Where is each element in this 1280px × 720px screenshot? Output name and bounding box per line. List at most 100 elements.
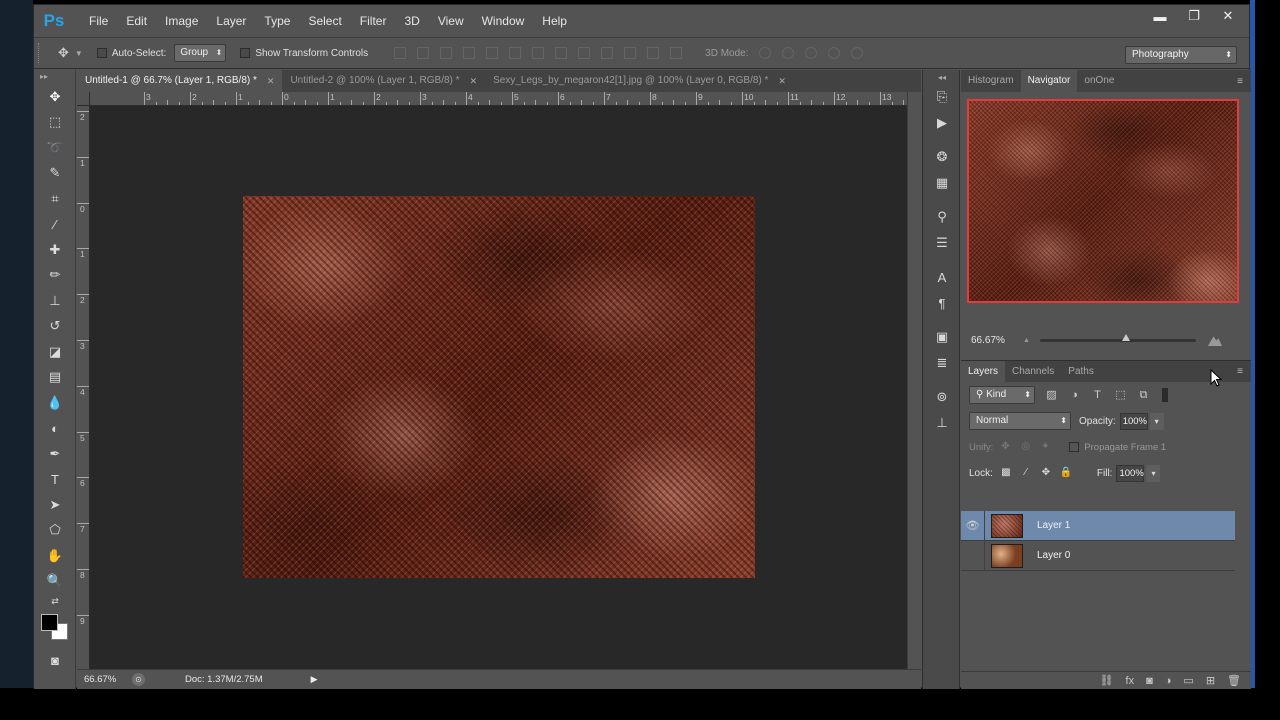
menu-type[interactable]: Type [255,5,299,37]
close-tab-icon[interactable]: ✕ [778,70,786,92]
visibility-eye-icon[interactable]: 👁 [961,540,985,571]
actions-play-icon[interactable]: ▶ [923,110,961,136]
auto-select-dropdown[interactable]: Group [174,44,227,62]
opacity-field[interactable]: 100% [1119,412,1148,430]
eyedropper-tool-icon[interactable]: ⁄ [34,212,76,238]
close-icon[interactable]: ✕ [1211,5,1245,27]
unify-style-icon[interactable]: ✦ [1041,441,1053,453]
tab-untitled-2[interactable]: Untitled-2 @ 100% (Layer 1, RGB/8) * ✕ [282,70,485,92]
kuler-icon[interactable]: ⊚ [923,384,961,410]
swatches-icon[interactable]: ▦ [923,170,961,196]
eraser-tool-icon[interactable]: ◪ [34,339,76,365]
gradient-tool-icon[interactable]: ▤ [34,365,76,391]
tab-layers[interactable]: Layers [961,360,1006,383]
visibility-eye-icon[interactable]: 👁 [961,510,985,541]
tool-preset-arrow-icon[interactable]: ▼ [75,49,83,58]
propagate-frame-checkbox[interactable]: Propagate Frame 1 [1069,442,1166,453]
pixel-filter-icon[interactable]: ▨ [1045,389,1058,402]
type-tool-icon[interactable]: T [34,467,76,493]
3d-scale-icon[interactable] [850,47,863,59]
3d-slide-icon[interactable] [827,47,840,59]
brush-tool-icon[interactable]: ✏ [34,263,76,289]
pasteboard[interactable] [90,106,907,669]
layer-comps-icon[interactable]: ▣ [923,324,961,350]
lock-transparency-icon[interactable]: ▩ [999,466,1013,480]
path-selection-tool-icon[interactable]: ➤ [34,492,76,518]
menu-help[interactable]: Help [533,5,576,37]
layer-style-icon[interactable]: fx [1126,675,1135,687]
blur-tool-icon[interactable]: 💧 [34,390,76,416]
zoom-slider-thumb[interactable] [1121,333,1130,341]
menu-file[interactable]: File [80,5,117,37]
document-canvas[interactable] [243,196,755,578]
tab-untitled-1[interactable]: Untitled-1 @ 66.7% (Layer 1, RGB/8) * ✕ [77,70,283,92]
unify-visibility-icon[interactable]: ◎ [1021,441,1033,453]
align-vcenter-icon[interactable] [417,47,430,59]
distribute-top-icon[interactable] [532,47,545,59]
align-top-icon[interactable] [394,47,407,59]
delete-layer-icon[interactable]: 🗑 [1227,674,1241,687]
menu-3d[interactable]: 3D [395,5,428,37]
new-layer-icon[interactable]: ⊞ [1206,674,1215,687]
crop-tool-icon[interactable]: ⌗ [34,186,76,212]
navigator-preview[interactable] [967,99,1239,303]
lock-pixels-icon[interactable]: ⁄ [1019,466,1033,480]
panel-menu-icon[interactable]: ≡ [1237,76,1243,87]
tab-onone[interactable]: onOne [1077,70,1121,92]
navigator-zoom-value[interactable]: 66.67% [971,335,1021,346]
status-menu-arrow-icon[interactable]: ▶ [311,674,318,685]
menu-layer[interactable]: Layer [207,5,255,37]
align-hcenter-icon[interactable] [486,47,499,59]
horizontal-ruler[interactable]: 32101234567891011121314 [90,92,962,106]
hand-tool-icon[interactable]: ✋ [34,543,76,569]
options-grip[interactable] [38,43,44,63]
fill-dropdown-icon[interactable]: ▾ [1146,464,1161,482]
blend-mode-dropdown[interactable]: Normal [969,412,1071,430]
link-layers-icon[interactable]: ⛓ [1100,674,1114,687]
menu-select[interactable]: Select [299,5,350,37]
status-info-icon[interactable]: ⊙ [132,673,145,686]
type-filter-icon[interactable]: T [1091,389,1104,402]
status-zoom[interactable]: 66.67% [84,674,116,685]
layer-row-layer-1[interactable]: 👁 Layer 1 [961,510,1235,541]
vertical-scrollbar[interactable] [907,92,921,669]
show-transform-controls-checkbox[interactable]: Show Transform Controls [240,48,368,59]
show-transform-box[interactable] [240,48,251,58]
dodge-tool-icon[interactable]: ◐ [34,416,76,442]
kind-filter-dropdown[interactable]: ⚲ Kind [969,386,1035,404]
history-icon[interactable]: ⎘ [923,84,961,110]
paragraph-panel-icon[interactable]: ¶ [923,290,961,316]
move-tool-icon[interactable]: ✥ [58,45,69,61]
auto-select-box[interactable] [96,48,107,58]
zoom-tool-icon[interactable]: 🔍 [34,569,76,595]
vertical-ruler[interactable]: 2 1 0 1 2 3 4 5 6 7 8 9 [77,106,90,669]
distribute-left-icon[interactable] [601,47,614,59]
tab-histogram[interactable]: Histogram [961,70,1021,92]
layer-row-layer-0[interactable]: 👁 Layer 0 [961,540,1235,571]
add-mask-icon[interactable]: ◙ [1146,675,1153,687]
shape-filter-icon[interactable]: ⬚ [1114,389,1127,402]
clone-stamp-tool-icon[interactable]: ⊥ [34,288,76,314]
toolbox-collapse-icon[interactable]: ▸▸ [34,70,75,84]
opacity-dropdown-icon[interactable]: ▾ [1149,412,1164,430]
info-panel-icon[interactable]: ⊥ [923,410,961,436]
lock-position-icon[interactable]: ✥ [1039,466,1053,480]
move-tool[interactable]: ✥ [34,84,76,110]
close-tab-icon[interactable]: ✕ [267,70,275,92]
distribute-bottom-icon[interactable] [578,47,591,59]
dock-collapse-icon[interactable]: ◂◂ [923,70,961,84]
3d-roll-icon[interactable] [781,47,794,59]
menu-view[interactable]: View [429,5,473,37]
brush-presets-icon[interactable]: ☰ [923,230,961,256]
menu-filter[interactable]: Filter [351,5,396,37]
auto-select-checkbox[interactable]: Auto-Select: [96,48,166,59]
character-panel-icon[interactable]: A [923,264,961,290]
fill-field[interactable]: 100% [1116,464,1145,482]
layer-name[interactable]: Layer 0 [1037,550,1070,561]
quick-select-tool-icon[interactable]: ✎ [34,161,76,187]
distribute-vcenter-icon[interactable] [555,47,568,59]
quick-mask-icon[interactable]: ◙ [34,648,76,674]
zoom-slider[interactable] [1039,333,1196,342]
pen-tool-icon[interactable]: ✒ [34,441,76,467]
propagate-box[interactable] [1069,442,1080,452]
